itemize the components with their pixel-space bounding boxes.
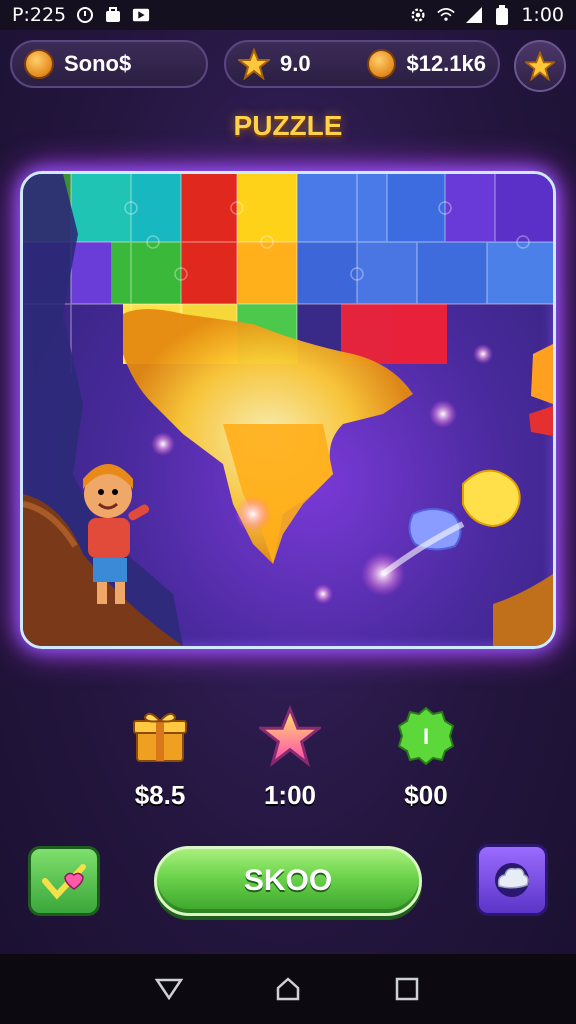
signal-icon bbox=[465, 6, 483, 24]
stars-count: 9.0 bbox=[280, 51, 311, 76]
play-button[interactable]: SKOO bbox=[154, 846, 422, 916]
profile-name: Sono$ bbox=[64, 51, 132, 76]
check-heart-icon bbox=[42, 864, 86, 900]
puzzle-board[interactable] bbox=[20, 171, 556, 649]
balance-value: $12.1k6 bbox=[406, 51, 486, 76]
stats-pill: 9.0 $12.1k6 bbox=[224, 40, 500, 88]
green-badge-icon: I bbox=[356, 700, 496, 772]
status-time-right: 1:00 bbox=[521, 4, 564, 26]
puzzle-artwork bbox=[23, 174, 553, 646]
star-icon bbox=[220, 700, 360, 772]
status-time-left: P:225 bbox=[12, 4, 67, 26]
status-right: 1:00 bbox=[409, 4, 564, 26]
settings-icon bbox=[409, 6, 427, 24]
back-button[interactable] bbox=[149, 969, 189, 1009]
badge-text: I bbox=[423, 724, 429, 749]
recents-button[interactable] bbox=[387, 969, 427, 1009]
reward-gift-value: $8.5 bbox=[134, 780, 186, 810]
gift-icon bbox=[90, 700, 230, 772]
media-icon bbox=[132, 6, 150, 24]
alarm-icon bbox=[76, 6, 94, 24]
reward-star-value: 1:00 bbox=[263, 780, 317, 810]
puzzle-pieces-top bbox=[23, 174, 553, 364]
favorites-button[interactable] bbox=[514, 40, 566, 92]
battery-icon bbox=[493, 5, 511, 25]
recents-icon bbox=[395, 977, 418, 1001]
home-button[interactable] bbox=[268, 969, 308, 1009]
status-bar: P:225 1:00 bbox=[0, 0, 576, 30]
flying-piece-yellow bbox=[462, 469, 521, 528]
home-icon bbox=[276, 977, 300, 1001]
cloud-icon bbox=[495, 863, 529, 897]
reward-badge[interactable]: I $00 bbox=[356, 700, 496, 811]
reward-badge-value: $00 bbox=[404, 780, 448, 810]
star-icon bbox=[525, 51, 555, 81]
coin-icon bbox=[367, 49, 397, 79]
rewards-row: $8.5 1:00 I $00 bbox=[0, 700, 576, 820]
star-icon bbox=[238, 48, 270, 80]
cloud-button[interactable] bbox=[476, 844, 548, 916]
reward-star[interactable]: 1:00 bbox=[220, 700, 360, 811]
wifi-icon bbox=[437, 6, 456, 24]
page-title: PUZZLE bbox=[233, 110, 343, 141]
system-nav-bar bbox=[0, 954, 576, 1024]
check-heart-button[interactable] bbox=[28, 846, 100, 916]
profile-pill[interactable]: Sono$ bbox=[10, 40, 208, 88]
top-bar: Sono$ 9.0 $12.1k6 bbox=[10, 40, 566, 92]
reward-gift[interactable]: $8.5 bbox=[90, 700, 230, 811]
bag-icon bbox=[104, 6, 122, 24]
back-icon bbox=[154, 978, 184, 1001]
status-left: P:225 bbox=[12, 4, 150, 26]
action-row: SKOO bbox=[0, 844, 576, 920]
avatar bbox=[24, 49, 54, 79]
